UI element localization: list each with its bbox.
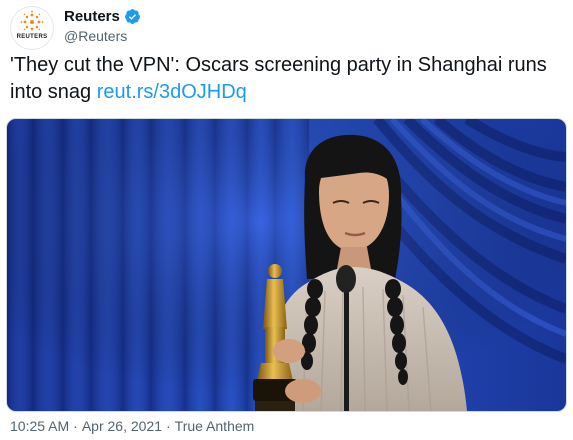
tweet-meta: 10:25 AM · Apr 26, 2021 · True Anthem xyxy=(10,418,254,434)
avatar-wordmark: REUTERS xyxy=(16,34,48,40)
tweet-link[interactable]: reut.rs/3dOJHDq xyxy=(97,81,247,103)
tweet-time[interactable]: 10:25 AM xyxy=(10,418,69,434)
meta-separator: · xyxy=(166,418,171,434)
tweet-text: 'They cut the VPN': Oscars screening par… xyxy=(10,52,563,106)
reuters-logo-icon xyxy=(20,10,44,31)
verified-badge-icon xyxy=(124,9,140,24)
tweet-header: REUTERS Reuters @Reuters xyxy=(10,6,563,50)
tweet-date[interactable]: Apr 26, 2021 xyxy=(82,418,162,434)
author-handle[interactable]: @Reuters xyxy=(64,28,127,44)
photo-image xyxy=(7,119,566,411)
tweet-media-photo[interactable] xyxy=(6,118,567,412)
author-display-name[interactable]: Reuters xyxy=(64,8,120,25)
meta-separator: · xyxy=(73,418,78,434)
author-name-row: Reuters xyxy=(64,8,141,25)
avatar[interactable]: REUTERS xyxy=(10,6,54,50)
tweet-source[interactable]: True Anthem xyxy=(175,418,255,434)
tweet-body: 'They cut the VPN': Oscars screening par… xyxy=(10,54,547,103)
